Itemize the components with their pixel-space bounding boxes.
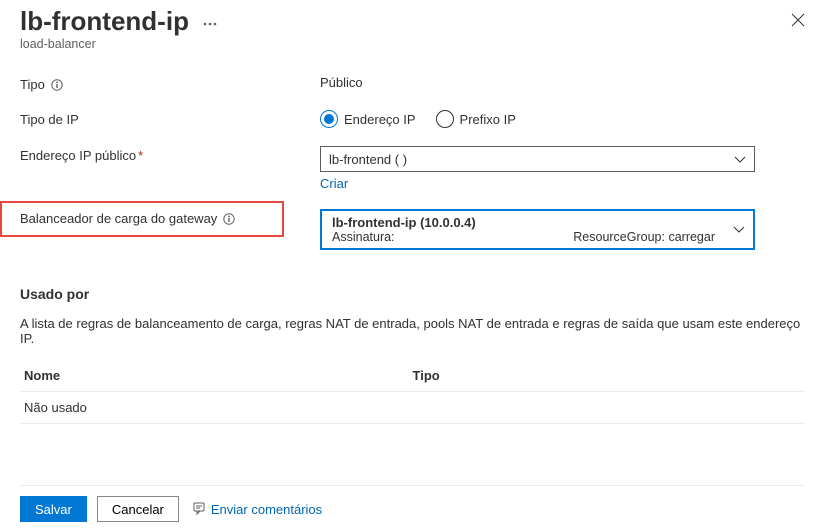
ellipsis-icon[interactable] — [203, 14, 217, 29]
chevron-down-icon — [733, 222, 745, 237]
col-header-name: Nome — [24, 368, 413, 383]
form: Tipo Público Tipo de IP Endereço IP Pref… — [20, 75, 805, 250]
used-by-table: Nome Tipo Não usado — [20, 360, 805, 424]
row-endereco-publico: Endereço IP público * lb-frontend ( ) Cr… — [20, 146, 805, 191]
close-icon[interactable] — [791, 13, 805, 30]
send-feedback-label: Enviar comentários — [211, 502, 322, 517]
cancel-button[interactable]: Cancelar — [97, 496, 179, 522]
value-tipo: Público — [320, 75, 805, 90]
gateway-lb-select-subline: Assinatura: ResourceGroup: carregar — [332, 230, 725, 244]
feedback-icon — [193, 501, 207, 518]
radio-endereco-ip[interactable]: Endereço IP — [320, 110, 416, 128]
required-asterisk: * — [138, 148, 143, 163]
endereco-publico-value-col: lb-frontend ( ) Criar — [320, 146, 805, 191]
gateway-lb-resourcegroup-label: ResourceGroup: carregar — [573, 230, 715, 244]
row-gateway-lb: Balanceador de carga do gateway lb-front… — [20, 209, 805, 250]
radio-prefixo-ip[interactable]: Prefixo IP — [436, 110, 516, 128]
row-tipo: Tipo Público — [20, 75, 805, 92]
radio-prefixo-label: Prefixo IP — [460, 112, 516, 127]
frontend-ip-panel: lb-frontend-ip load-balancer Tipo Públic… — [0, 0, 825, 532]
row-tipo-de-ip: Tipo de IP Endereço IP Prefixo IP — [20, 110, 805, 128]
table-header: Nome Tipo — [20, 360, 805, 392]
label-tipo-text: Tipo — [20, 77, 45, 92]
label-gateway-lb: Balanceador de carga do gateway — [20, 209, 320, 226]
chevron-down-icon — [734, 152, 746, 167]
cell-type — [413, 400, 802, 415]
panel-header: lb-frontend-ip load-balancer — [20, 0, 805, 51]
col-header-type: Tipo — [413, 368, 802, 383]
label-tipo: Tipo — [20, 75, 320, 92]
label-endereco-publico-text: Endereço IP público — [20, 148, 136, 163]
label-tipo-de-ip-text: Tipo de IP — [20, 112, 79, 127]
create-public-ip-link[interactable]: Criar — [320, 176, 348, 191]
radio-circle-icon — [436, 110, 454, 128]
ip-type-radio-group: Endereço IP Prefixo IP — [320, 110, 805, 128]
gateway-lb-subscription-label: Assinatura: — [332, 230, 395, 244]
table-row: Não usado — [20, 392, 805, 424]
public-ip-select-value: lb-frontend ( ) — [329, 152, 407, 167]
used-by-title: Usado por — [20, 286, 805, 302]
label-endereco-publico: Endereço IP público * — [20, 146, 320, 163]
radio-circle-icon — [320, 110, 338, 128]
gateway-lb-select[interactable]: lb-frontend-ip (10.0.0.4) Assinatura: Re… — [320, 209, 755, 250]
public-ip-select[interactable]: lb-frontend ( ) — [320, 146, 755, 172]
info-icon[interactable] — [223, 213, 235, 225]
label-tipo-de-ip: Tipo de IP — [20, 110, 320, 127]
label-gateway-lb-text: Balanceador de carga do gateway — [20, 211, 217, 226]
used-by-section: Usado por A lista de regras de balanceam… — [20, 286, 805, 424]
page-title: lb-frontend-ip — [20, 6, 189, 37]
radio-endereco-label: Endereço IP — [344, 112, 416, 127]
gateway-lb-select-inner: lb-frontend-ip (10.0.0.4) Assinatura: Re… — [332, 215, 725, 244]
cell-name: Não usado — [24, 400, 413, 415]
info-icon[interactable] — [51, 79, 63, 91]
page-subtitle: load-balancer — [20, 37, 805, 51]
gateway-lb-select-value: lb-frontend-ip (10.0.0.4) — [332, 215, 725, 230]
send-feedback-link[interactable]: Enviar comentários — [193, 501, 322, 518]
gateway-lb-value-col: lb-frontend-ip (10.0.0.4) Assinatura: Re… — [320, 209, 805, 250]
used-by-description: A lista de regras de balanceamento de ca… — [20, 316, 805, 346]
panel-footer: Salvar Cancelar Enviar comentários — [20, 485, 805, 522]
title-row: lb-frontend-ip — [20, 6, 805, 37]
save-button[interactable]: Salvar — [20, 496, 87, 522]
